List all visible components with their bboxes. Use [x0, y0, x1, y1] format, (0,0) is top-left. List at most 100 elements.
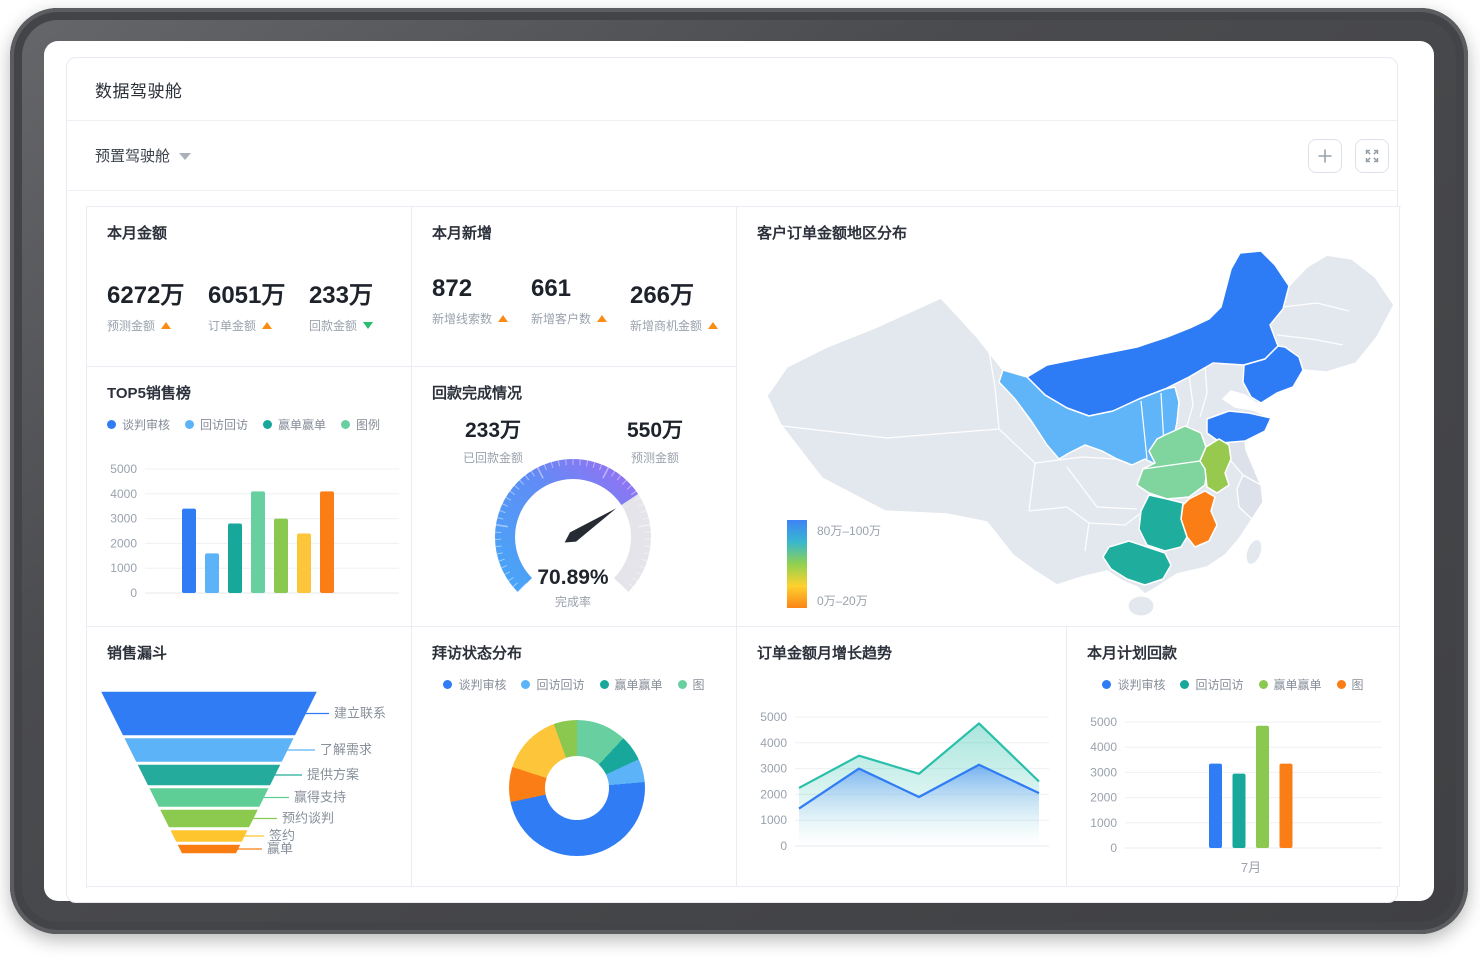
visit-donut-chart: [509, 720, 645, 856]
svg-text:完成率: 完成率: [555, 594, 591, 609]
panel-title: TOP5销售榜: [87, 367, 411, 403]
chart-legend: 谈判审核 回访回访赢单赢单 图例: [87, 416, 411, 433]
funnel-stage-label: 预约谈判: [282, 811, 334, 826]
legend-dot-icon: [600, 680, 609, 689]
svg-text:3000: 3000: [760, 762, 787, 776]
legend-dot-icon: [1102, 680, 1111, 689]
panel-visit-status: 拜访状态分布 谈判审核回访回访赢单赢单图: [412, 627, 737, 887]
legend-label: 赢单赢单: [1274, 676, 1322, 693]
completion-gauge-chart: 70.89%完成率: [412, 434, 737, 626]
order-trend-area-chart: 500040003000200010000: [737, 628, 1067, 886]
panel-month-amount: 本月金额 6272万预测金额 6051万订单金额 233万回款金额: [87, 207, 412, 367]
top5-bar-chart: 500040003000200010000: [87, 448, 412, 626]
chart-legend: 谈判审核 回访回访 赢单赢单 图: [412, 676, 736, 693]
panel-order-trend: 订单金额月增长趋势 500040003000200010000: [737, 627, 1067, 887]
legend-item[interactable]: 谈判审核: [107, 416, 170, 433]
legend-item[interactable]: 谈判审核: [443, 676, 506, 693]
legend-label: 赢单赢单: [615, 676, 663, 693]
svg-text:1000: 1000: [110, 561, 137, 575]
fullscreen-button[interactable]: [1355, 139, 1389, 173]
stat-block: 872 新增线索数: [432, 275, 508, 334]
funnel-stage-label: 提供方案: [307, 767, 359, 782]
add-button[interactable]: [1308, 139, 1342, 173]
svg-text:5000: 5000: [1090, 715, 1117, 729]
legend-label: 谈判审核: [458, 676, 506, 693]
legend-label: 图: [1352, 676, 1364, 693]
region-shandong: [1207, 411, 1271, 443]
legend-item[interactable]: 图例: [341, 416, 380, 433]
map-legend-min-label: 0万–20万: [817, 592, 868, 609]
panel-sales-funnel: 销售漏斗 建立联系了解需求提供方案赢得支持预约谈判签约赢单: [87, 627, 412, 887]
stat-block: 233万回款金额: [309, 275, 373, 334]
toolbar-actions: [1308, 139, 1389, 173]
legend-item[interactable]: 回访回访: [521, 676, 584, 693]
panel-region-map: 客户订单金额地区分布: [737, 207, 1400, 627]
funnel-stage-label: 建立联系: [334, 706, 386, 721]
stat-label: 预测金额: [107, 317, 184, 334]
stat-block: 266万新增商机金额: [630, 275, 718, 334]
legend-item[interactable]: 赢单赢单: [1259, 676, 1322, 693]
legend-item[interactable]: 回访回访: [1180, 676, 1243, 693]
stat-label: 订单金额: [208, 317, 285, 334]
legend-item[interactable]: 图: [1337, 676, 1364, 693]
legend-label: 图: [693, 676, 705, 693]
svg-text:0: 0: [130, 586, 137, 600]
legend-label: 图例: [356, 416, 380, 433]
panel-plan-payment: 本月计划回款 谈判审核回访回访赢单赢单图 5000400030002000100…: [1067, 627, 1400, 887]
sales-funnel-chart: 建立联系了解需求提供方案赢得支持预约谈判签约赢单: [87, 651, 412, 886]
svg-text:2000: 2000: [760, 787, 787, 801]
china-map: [737, 207, 1400, 627]
svg-text:3000: 3000: [1090, 765, 1117, 779]
stat-block: 6272万预测金额: [107, 275, 184, 334]
legend-dot-icon: [678, 680, 687, 689]
map-legend-gradient: [787, 520, 807, 608]
svg-text:1000: 1000: [760, 813, 787, 827]
stat-block: 661新增客户数: [531, 275, 607, 334]
legend-item[interactable]: 图: [678, 676, 705, 693]
funnel-stage-label: 赢单: [267, 841, 293, 856]
legend-item[interactable]: 赢单赢单: [600, 676, 663, 693]
card-header: 数据驾驶舱: [67, 58, 1397, 121]
preset-dropdown[interactable]: 预置驾驶舱: [95, 145, 191, 166]
legend-dot-icon: [1180, 680, 1189, 689]
legend-label: 回访回访: [536, 676, 584, 693]
svg-text:1000: 1000: [1090, 816, 1117, 830]
stat-value: 6051万: [208, 275, 285, 310]
stat-value: 6272万: [107, 275, 184, 310]
fullscreen-icon: [1364, 148, 1380, 164]
panel-title: 本月金额: [87, 207, 411, 243]
funnel-stage-label: 赢得支持: [294, 790, 346, 805]
toolbar: 预置驾驶舱: [67, 121, 1397, 191]
preset-dropdown-label: 预置驾驶舱: [95, 145, 170, 166]
svg-text:2000: 2000: [1090, 791, 1117, 805]
stat-value: 233万: [309, 275, 373, 310]
page-title: 数据驾驶舱: [95, 77, 183, 102]
plus-icon: [1317, 148, 1333, 164]
svg-text:5000: 5000: [760, 710, 787, 724]
stat-label: 新增客户数: [531, 310, 607, 327]
legend-label: 谈判审核: [1117, 676, 1165, 693]
svg-text:4000: 4000: [110, 487, 137, 501]
legend-item[interactable]: 谈判审核: [1102, 676, 1165, 693]
stat-row: 6272万预测金额 6051万订单金额 233万回款金额: [87, 275, 411, 334]
stat-label: 回款金额: [309, 317, 373, 334]
region-hunan: [1139, 495, 1187, 551]
stat-value: 872: [432, 275, 508, 303]
legend-item[interactable]: 回访回访: [185, 416, 248, 433]
svg-text:4000: 4000: [760, 736, 787, 750]
trend-up-icon: [708, 322, 718, 329]
panel-top5-sales: TOP5销售榜 谈判审核回访回访赢单赢单图例 50004000300020001…: [87, 367, 412, 627]
panel-title: 本月新增: [412, 207, 736, 243]
legend-label: 回访回访: [200, 416, 248, 433]
stat-label: 新增商机金额: [630, 317, 718, 334]
stat-label: 新增线索数: [432, 310, 508, 327]
stat-block: 6051万订单金额: [208, 275, 285, 334]
trend-up-icon: [498, 315, 508, 322]
legend-dot-icon: [185, 420, 194, 429]
legend-dot-icon: [1337, 680, 1346, 689]
chart-legend: 谈判审核回访回访 赢单赢单 图: [1067, 676, 1399, 693]
trend-up-icon: [597, 315, 607, 322]
stat-value: 266万: [630, 275, 718, 310]
trend-up-icon: [262, 322, 272, 329]
legend-item[interactable]: 赢单赢单: [263, 416, 326, 433]
